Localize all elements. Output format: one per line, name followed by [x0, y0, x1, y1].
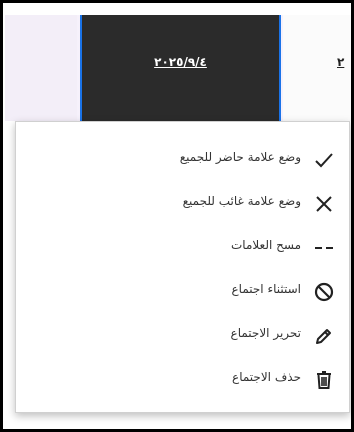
check-icon	[313, 149, 335, 171]
dash-icon	[313, 237, 335, 259]
menu-item-clear-marks[interactable]: مسح العلامات	[16, 226, 349, 270]
pencil-icon	[313, 325, 335, 347]
menu-item-mark-all-absent[interactable]: وضع علامة غائب للجميع	[16, 182, 349, 226]
menu-item-label: مسح العلامات	[230, 238, 301, 252]
menu-item-label: تحرير الاجتماع	[230, 326, 301, 340]
calendar-column-next[interactable]: ٢	[283, 15, 351, 121]
window-frame: ٢٠٢٥/٩/٤ ٢ وضع علامة حاضر للجميع وضع علا…	[0, 0, 354, 432]
menu-item-exclude-meeting[interactable]: استثناء اجتماع	[16, 270, 349, 314]
menu-item-label: وضع علامة غائب للجميع	[182, 194, 301, 208]
menu-item-delete-meeting[interactable]: حذف الاجتماع	[16, 358, 349, 402]
trash-icon	[313, 369, 335, 391]
next-date[interactable]: ٢	[337, 55, 344, 69]
close-icon	[313, 193, 335, 215]
context-menu: وضع علامة حاضر للجميع وضع علامة غائب للج…	[15, 121, 350, 413]
calendar-header-row: ٢٠٢٥/٩/٤ ٢	[5, 15, 351, 121]
selected-date[interactable]: ٢٠٢٥/٩/٤	[82, 55, 279, 69]
menu-item-mark-all-present[interactable]: وضع علامة حاضر للجميع	[16, 138, 349, 182]
calendar-column-selected[interactable]: ٢٠٢٥/٩/٤	[80, 15, 281, 121]
calendar-column-empty	[5, 15, 77, 121]
menu-item-label: حذف الاجتماع	[232, 370, 301, 384]
menu-item-label: استثناء اجتماع	[231, 282, 302, 296]
menu-item-edit-meeting[interactable]: تحرير الاجتماع	[16, 314, 349, 358]
block-icon	[313, 281, 335, 303]
menu-item-label: وضع علامة حاضر للجميع	[179, 150, 301, 164]
